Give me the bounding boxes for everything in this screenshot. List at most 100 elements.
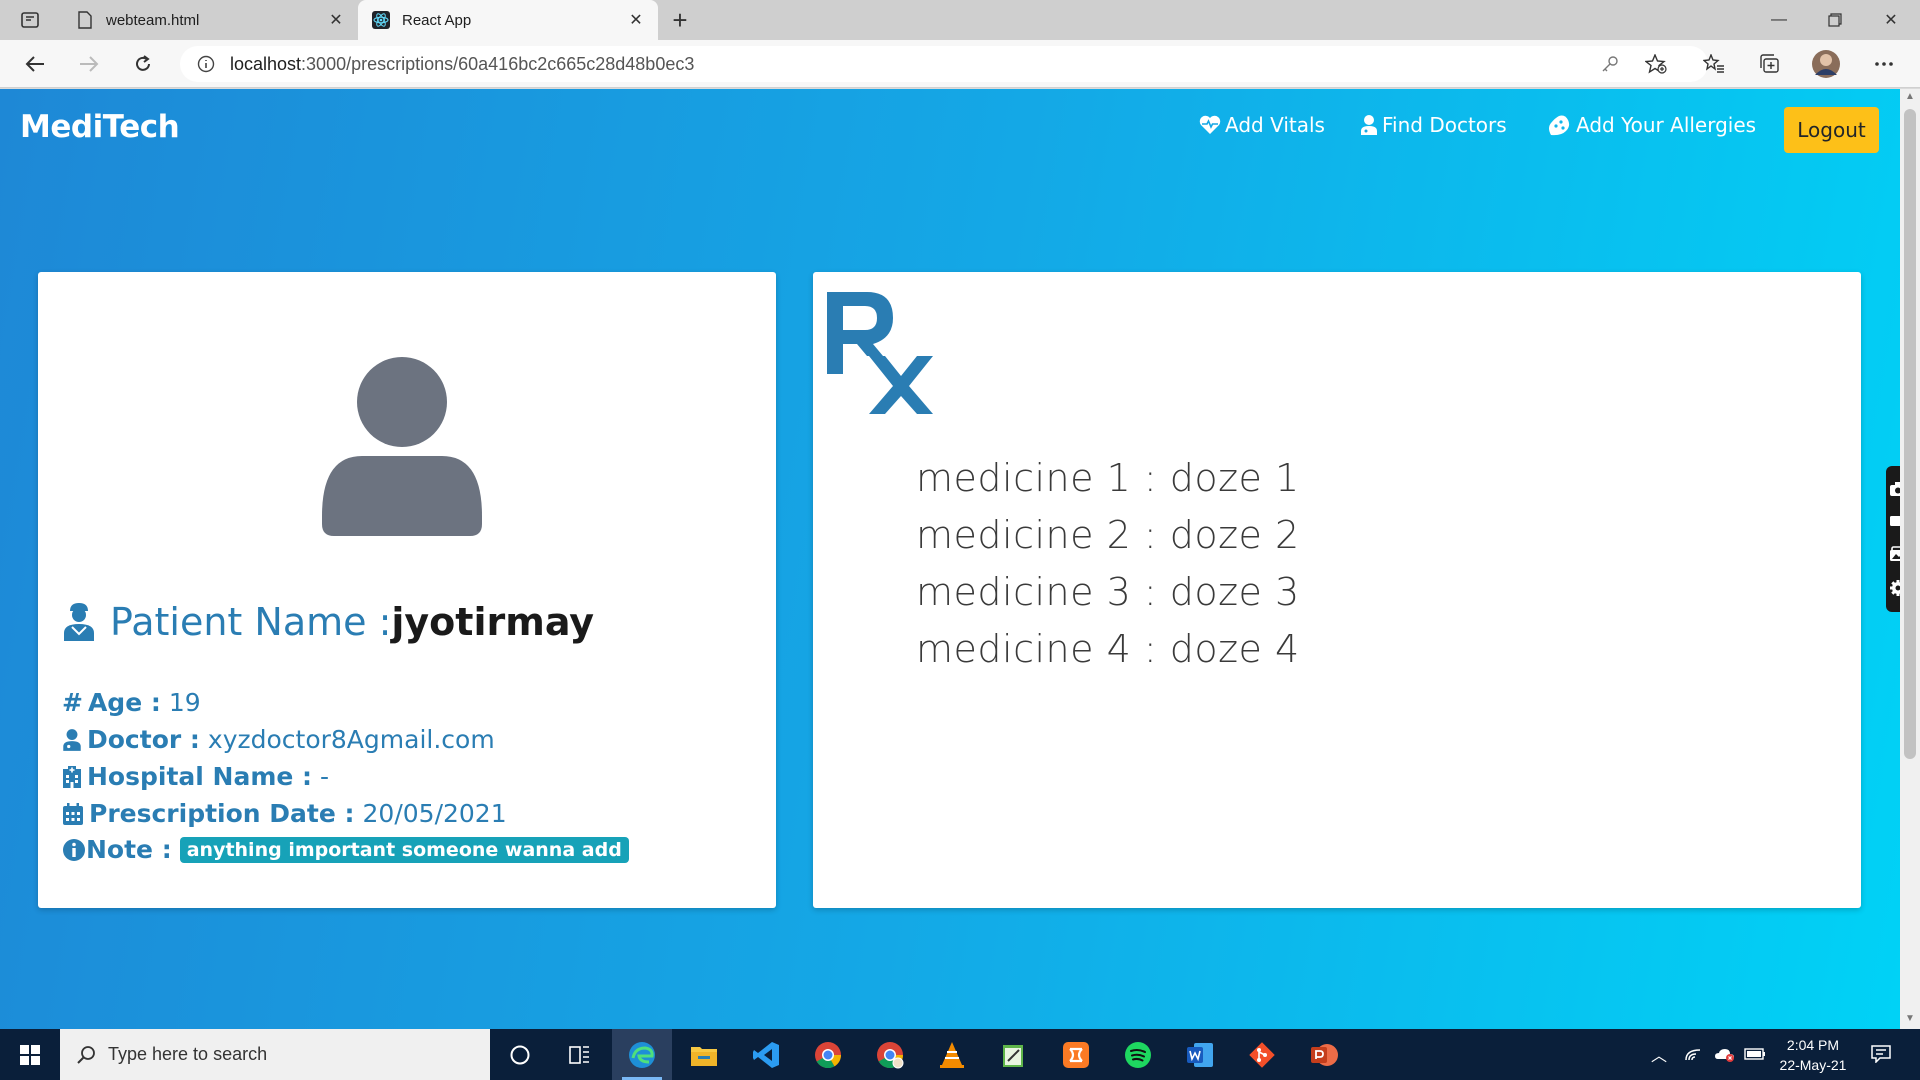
wifi-icon[interactable] — [1680, 1041, 1706, 1067]
chrome-icon[interactable] — [798, 1029, 858, 1080]
nav-label: Find Doctors — [1382, 113, 1507, 137]
page-scrollbar[interactable]: ▲ ▼ — [1900, 89, 1920, 1029]
chrome-profile-icon[interactable] — [860, 1029, 920, 1080]
hospital-label: Hospital Name : — [87, 762, 313, 791]
more-options-icon[interactable] — [1868, 48, 1900, 80]
prescription-date-label: Prescription Date : — [89, 799, 355, 828]
xampp-icon[interactable] — [1046, 1029, 1106, 1080]
note-row: Note : anything important someone wanna … — [62, 835, 629, 864]
patient-name-label: Patient Name : — [110, 600, 392, 644]
nav-find-doctors[interactable]: Find Doctors — [1360, 113, 1507, 137]
info-circle-icon — [63, 838, 85, 861]
prescription-card: medicine 1 : doze 1 medicine 2 : doze 2 … — [813, 272, 1861, 908]
windows-taskbar: Type here to search ︿ 2:04 PM 22-May-21 — [0, 1029, 1920, 1080]
task-view-icon[interactable] — [550, 1029, 610, 1080]
cortana-icon[interactable] — [490, 1029, 550, 1080]
rx-icon — [827, 292, 933, 414]
hash-icon: # — [62, 688, 83, 717]
scrollbar-thumb[interactable] — [1904, 109, 1916, 759]
windows-start-icon[interactable] — [0, 1029, 60, 1080]
back-icon[interactable] — [18, 48, 52, 80]
tab-webteam[interactable]: webteam.html ✕ — [62, 0, 358, 40]
search-icon — [77, 1045, 95, 1064]
taskbar-clock[interactable]: 2:04 PM 22-May-21 — [1768, 1035, 1858, 1075]
scroll-up-icon[interactable]: ▲ — [1904, 91, 1916, 103]
notifications-icon[interactable] — [1868, 1041, 1894, 1067]
user-avatar-icon — [322, 357, 482, 536]
scroll-down-icon[interactable]: ▼ — [1904, 1013, 1916, 1025]
hospital-row: Hospital Name : - — [62, 762, 329, 791]
age-row: # Age : 19 — [62, 688, 201, 717]
favorites-icon[interactable] — [1698, 48, 1730, 80]
tray-chevron-icon[interactable]: ︿ — [1646, 1041, 1672, 1067]
vscode-icon[interactable] — [736, 1029, 796, 1080]
minimize-icon[interactable]: — — [1750, 0, 1808, 40]
patient-name-row: Patient Name : jyotirmay — [62, 600, 594, 644]
doctor-icon — [63, 728, 81, 751]
hospital-icon — [63, 765, 81, 788]
refresh-icon[interactable] — [126, 48, 160, 80]
edge-taskbar-icon[interactable] — [612, 1029, 672, 1080]
notepad-icon[interactable] — [984, 1029, 1044, 1080]
patient-icon — [64, 603, 94, 641]
battery-icon[interactable] — [1742, 1041, 1768, 1067]
forward-icon[interactable] — [72, 48, 106, 80]
collections-icon[interactable] — [1754, 48, 1786, 80]
medicine-item: medicine 4 : doze 4 — [916, 627, 1300, 671]
doctor-icon — [1361, 115, 1377, 135]
new-tab-icon[interactable]: + — [666, 6, 694, 34]
spotify-icon[interactable] — [1108, 1029, 1168, 1080]
note-label: Note : — [86, 835, 172, 864]
allergies-icon — [1549, 115, 1570, 136]
vlc-icon[interactable] — [922, 1029, 982, 1080]
browser-tab-bar: webteam.html ✕ React App ✕ + — ✕ — [0, 0, 1920, 40]
url-host: localhost — [230, 53, 302, 74]
key-icon[interactable] — [1594, 48, 1626, 80]
address-bar[interactable]: localhost:3000/prescriptions/60a416bc2c6… — [180, 46, 1708, 82]
git-icon[interactable] — [1232, 1029, 1292, 1080]
age-label: Age : — [87, 688, 161, 717]
nav-add-vitals[interactable]: Add Vitals — [1199, 113, 1325, 137]
word-icon[interactable] — [1170, 1029, 1230, 1080]
tab-actions-icon[interactable] — [14, 8, 46, 32]
onedrive-error-icon[interactable] — [1712, 1041, 1738, 1067]
tab-title: React App — [402, 11, 472, 29]
restore-icon[interactable] — [1806, 0, 1864, 40]
clock-time: 2:04 PM — [1786, 1037, 1840, 1053]
tab-close-icon[interactable]: ✕ — [326, 10, 346, 30]
patient-card: Patient Name : jyotirmay # Age : 19 Doct… — [38, 272, 776, 908]
profile-avatar[interactable] — [1810, 48, 1842, 80]
taskbar-search[interactable]: Type here to search — [60, 1029, 490, 1080]
calendar-icon — [63, 802, 83, 825]
brand-logo[interactable]: MediTech — [20, 109, 180, 145]
react-icon — [372, 11, 390, 29]
page-viewport: MediTech Add Vitals Find Doctors Add You… — [0, 89, 1900, 1029]
tab-title: webteam.html — [106, 11, 200, 29]
tab-close-icon[interactable]: ✕ — [626, 10, 646, 30]
age-value: 19 — [168, 688, 201, 717]
medicine-item: medicine 1 : doze 1 — [916, 456, 1300, 500]
hospital-value: - — [320, 762, 330, 791]
medicine-item: medicine 3 : doze 3 — [916, 570, 1300, 614]
medicine-item: medicine 2 : doze 2 — [916, 513, 1300, 557]
logout-button[interactable]: Logout — [1784, 107, 1879, 153]
doctor-label: Doctor : — [87, 725, 200, 754]
file-icon — [76, 11, 94, 29]
browser-toolbar: localhost:3000/prescriptions/60a416bc2c6… — [0, 40, 1920, 88]
prescription-date-row: Prescription Date : 20/05/2021 — [62, 799, 507, 828]
powerpoint-icon[interactable] — [1294, 1029, 1354, 1080]
url-text: localhost:3000/prescriptions/60a416bc2c6… — [230, 54, 694, 75]
site-info-icon[interactable] — [196, 54, 216, 74]
nav-add-allergies[interactable]: Add Your Allergies — [1546, 113, 1756, 137]
note-badge: anything important someone wanna add — [179, 836, 629, 863]
clock-date: 22-May-21 — [1779, 1057, 1847, 1073]
close-window-icon[interactable]: ✕ — [1862, 0, 1920, 40]
search-placeholder: Type here to search — [108, 1044, 268, 1064]
file-explorer-icon[interactable] — [674, 1029, 734, 1080]
tab-react-app[interactable]: React App ✕ — [358, 0, 658, 40]
heart-pulse-icon — [1199, 115, 1221, 134]
add-favorite-icon[interactable] — [1640, 48, 1672, 80]
patient-name-value: jyotirmay — [391, 600, 595, 644]
nav-label: Add Vitals — [1225, 113, 1325, 137]
doctor-row: Doctor : xyzdoctor8Agmail.com — [62, 725, 495, 754]
